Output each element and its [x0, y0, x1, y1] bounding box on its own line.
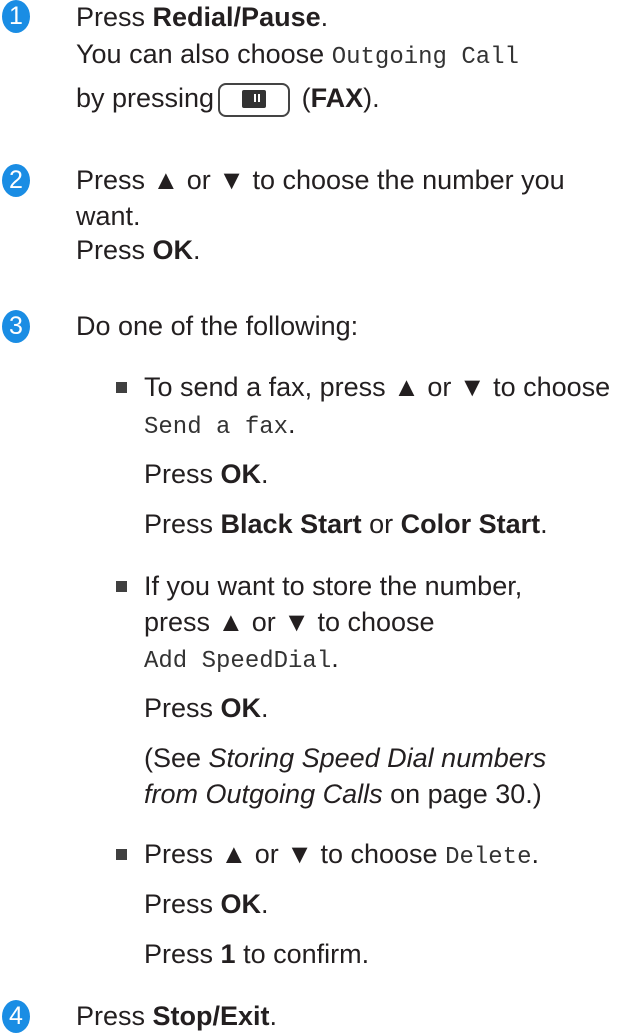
key-1: 1 — [220, 939, 236, 969]
lcd-send-a-fax: Send a fax — [144, 414, 289, 441]
text: . — [193, 235, 201, 265]
cross-reference-link: Storing Speed Dial numbers — [208, 743, 547, 773]
text: . — [269, 1001, 278, 1031]
text: to confirm. — [235, 939, 370, 969]
text: . — [261, 889, 269, 919]
fax-button-icon — [218, 82, 291, 117]
text: Press — [144, 889, 221, 919]
option-a-line-1: To send a fax, press ▲ or ▼ to choose — [144, 372, 611, 402]
text: Press — [76, 1001, 153, 1031]
text: Press — [144, 509, 221, 539]
step-3-badge: 3 — [2, 310, 30, 343]
bullet-square-icon — [116, 581, 127, 592]
text: . — [540, 509, 548, 539]
option-b-line-1: If you want to store the number, — [144, 571, 523, 601]
step-1-line-3: by pressing (FAX). — [76, 80, 380, 117]
option-a-line-3: Press OK. — [144, 456, 269, 492]
text: . — [261, 693, 269, 723]
stop-exit-key: Stop/Exit — [152, 1001, 270, 1031]
option-b-line-6: from Outgoing Calls on page 30.) — [144, 776, 542, 812]
step-2-line-1: Press ▲ or ▼ to choose the number you — [76, 165, 565, 195]
text: You can also choose — [76, 39, 332, 69]
option-a-line-2: Send a fax. — [144, 406, 296, 446]
text: ). — [363, 83, 380, 113]
option-b-line-4: Press OK. — [144, 690, 269, 726]
lcd-add-speeddial: Add SpeedDial — [144, 648, 332, 675]
black-start-key: Black Start — [220, 509, 362, 539]
lcd-delete: Delete — [445, 844, 532, 871]
text: Press — [76, 2, 153, 32]
text: . — [288, 409, 296, 439]
option-b-line-2: press ▲ or ▼ to choose — [144, 607, 435, 637]
text: Press ▲ or ▼ to choose — [144, 839, 446, 869]
option-b-line-5: (See Storing Speed Dial numbers — [144, 740, 546, 776]
option-c-line-2: Press OK. — [144, 886, 269, 922]
text: . — [331, 643, 339, 673]
step-3-intro: Do one of the following: — [76, 311, 359, 341]
lcd-outgoing-call: Outgoing Call — [331, 44, 519, 71]
fax-key: FAX — [310, 83, 364, 113]
step-1-line-2: You can also choose Outgoing Call — [76, 36, 519, 76]
step-1-badge: 1 — [2, 0, 30, 33]
ok-key: OK — [220, 459, 262, 489]
text: . — [320, 2, 329, 32]
step-1-line-1: Press Redial/Pause. — [76, 0, 328, 35]
fax-machine-icon — [242, 89, 267, 108]
redial-pause-key: Redial/Pause — [152, 2, 321, 32]
step-2-badge: 2 — [2, 164, 30, 197]
color-start-key: Color Start — [400, 509, 541, 539]
text: Press — [144, 459, 221, 489]
option-c-line-1: Press ▲ or ▼ to choose Delete. — [144, 836, 539, 876]
text: . — [261, 459, 269, 489]
step-4-line-1: Press Stop/Exit. — [76, 998, 277, 1034]
text: by pressing — [76, 83, 215, 113]
text: . — [531, 839, 539, 869]
ok-key: OK — [220, 693, 262, 723]
step-2-line-2: want. — [76, 201, 141, 231]
option-a-line-4: Press Black Start or Color Start. — [144, 506, 548, 542]
text: on page 30.) — [382, 779, 542, 809]
ok-key: OK — [220, 889, 262, 919]
text: ( — [294, 83, 311, 113]
step-2-line-3: Press OK. — [76, 232, 201, 268]
text: (See — [144, 743, 209, 773]
text: or — [361, 509, 401, 539]
option-c-line-3: Press 1 to confirm. — [144, 936, 369, 972]
text: Press — [144, 939, 221, 969]
option-b-line-3: Add SpeedDial. — [144, 640, 339, 680]
step-4-badge: 4 — [2, 1000, 30, 1033]
text: Press — [76, 235, 153, 265]
ok-key: OK — [152, 235, 194, 265]
bullet-square-icon — [116, 849, 127, 860]
text: Press — [144, 693, 221, 723]
cross-reference-link: from Outgoing Calls — [144, 779, 383, 809]
bullet-square-icon — [116, 382, 127, 393]
